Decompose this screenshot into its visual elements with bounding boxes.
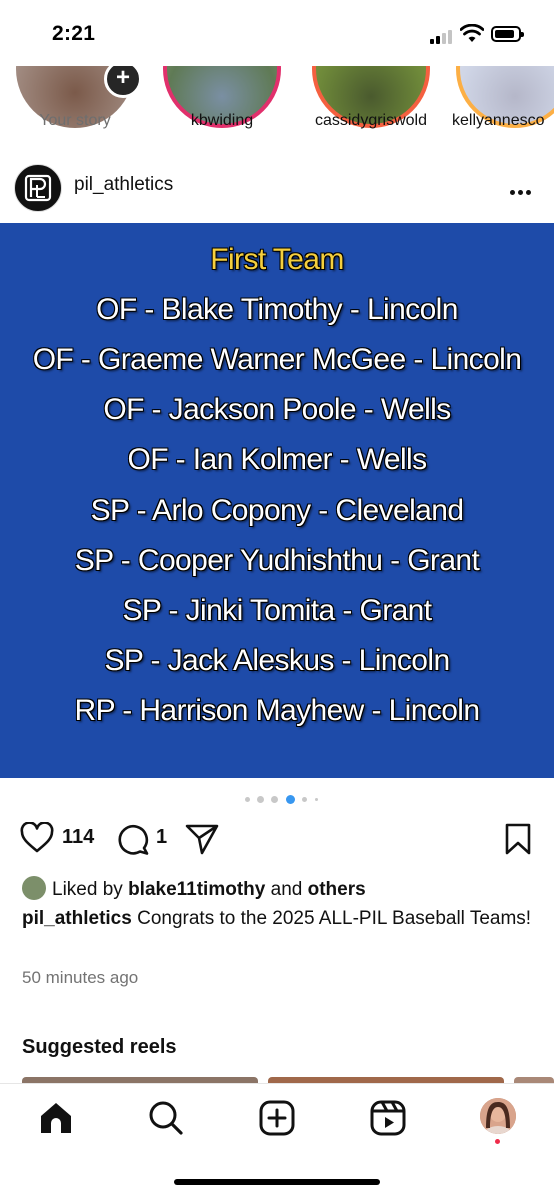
story-label: kbwiding bbox=[190, 112, 254, 129]
caption-text: Congrats to the 2025 ALL-PIL Baseball Te… bbox=[137, 908, 532, 929]
notification-dot bbox=[495, 1139, 500, 1144]
image-heading: First Team bbox=[210, 243, 344, 276]
post-header: pil_athletics bbox=[0, 156, 554, 218]
more-options-icon[interactable] bbox=[510, 182, 534, 200]
post-actions: 114 1 bbox=[0, 816, 554, 860]
image-line: OF - Graeme Warner McGee - Lincoln bbox=[32, 343, 522, 376]
liked-by-prefix: Liked by bbox=[52, 879, 123, 900]
carousel-indicator bbox=[0, 794, 554, 806]
post-timestamp: 50 minutes ago bbox=[22, 968, 139, 987]
story-label: kellyannesco bbox=[452, 112, 545, 129]
stories-tray[interactable]: + Your story kbwiding cassidygriswold ke… bbox=[0, 66, 554, 146]
story-cassidygriswold[interactable]: cassidygriswold bbox=[306, 66, 436, 146]
cellular-signal-icon bbox=[430, 28, 454, 44]
story-kellyannesco[interactable]: kellyannesco bbox=[448, 66, 554, 146]
comments-count[interactable]: 1 bbox=[156, 826, 167, 849]
likes-count[interactable]: 114 bbox=[62, 826, 94, 849]
story-your-story[interactable]: + Your story bbox=[10, 66, 142, 146]
image-line: OF - Blake Timothy - Lincoln bbox=[96, 293, 458, 326]
pil-athletics-avatar[interactable] bbox=[14, 164, 62, 212]
image-line: SP - Cooper Yudhishthu - Grant bbox=[74, 544, 480, 577]
carousel-dot bbox=[257, 796, 264, 803]
suggested-reels-heading: Suggested reels bbox=[22, 1036, 177, 1058]
carousel-dot bbox=[271, 796, 278, 803]
liked-by-others[interactable]: others bbox=[308, 879, 366, 900]
home-icon[interactable] bbox=[36, 1098, 76, 1138]
wifi-icon bbox=[460, 24, 484, 42]
profile-avatar[interactable] bbox=[480, 1098, 516, 1134]
profile-photo bbox=[480, 1098, 516, 1134]
story-label: cassidygriswold bbox=[314, 112, 428, 129]
image-line: SP - Jinki Tomita - Grant bbox=[122, 594, 433, 627]
liked-by-user[interactable]: blake11timothy bbox=[128, 879, 265, 900]
reels-icon[interactable] bbox=[368, 1098, 408, 1138]
add-story-icon[interactable]: + bbox=[104, 66, 142, 98]
post-image[interactable]: First Team OF - Blake Timothy - Lincoln … bbox=[0, 223, 554, 778]
status-bar: 2:21 bbox=[0, 0, 554, 66]
image-line: OF - Jackson Poole - Wells bbox=[103, 393, 451, 426]
carousel-dot bbox=[302, 797, 307, 802]
battery-icon bbox=[491, 26, 524, 42]
status-time: 2:21 bbox=[52, 22, 96, 45]
carousel-dot bbox=[315, 798, 318, 801]
create-post-icon[interactable] bbox=[257, 1098, 297, 1138]
image-line: SP - Jack Aleskus - Lincoln bbox=[104, 644, 450, 677]
story-kbwiding[interactable]: kbwiding bbox=[157, 66, 287, 146]
search-icon[interactable] bbox=[146, 1098, 186, 1138]
image-line: RP - Harrison Mayhew - Lincoln bbox=[74, 694, 481, 727]
carousel-dot bbox=[245, 797, 250, 802]
liker-avatar[interactable] bbox=[22, 876, 46, 900]
heart-icon[interactable] bbox=[20, 822, 54, 854]
liked-by-and: and bbox=[270, 879, 303, 900]
story-label: Your story bbox=[39, 112, 111, 129]
post-username[interactable]: pil_athletics bbox=[74, 174, 173, 196]
carousel-dot-active bbox=[286, 795, 295, 804]
image-line: SP - Arlo Copony - Cleveland bbox=[90, 494, 464, 527]
share-icon[interactable] bbox=[184, 822, 220, 856]
home-indicator bbox=[174, 1179, 380, 1185]
caption-username[interactable]: pil_athletics bbox=[22, 908, 132, 929]
post-caption: pil_athletics Congrats to the 2025 ALL-P… bbox=[22, 906, 532, 932]
comment-icon[interactable] bbox=[116, 822, 150, 856]
pil-logo-icon bbox=[16, 166, 60, 210]
image-line: OF - Ian Kolmer - Wells bbox=[127, 443, 427, 476]
save-bookmark-icon[interactable] bbox=[504, 822, 532, 856]
liked-by-line: Liked by blake11timothy and others bbox=[22, 876, 366, 901]
